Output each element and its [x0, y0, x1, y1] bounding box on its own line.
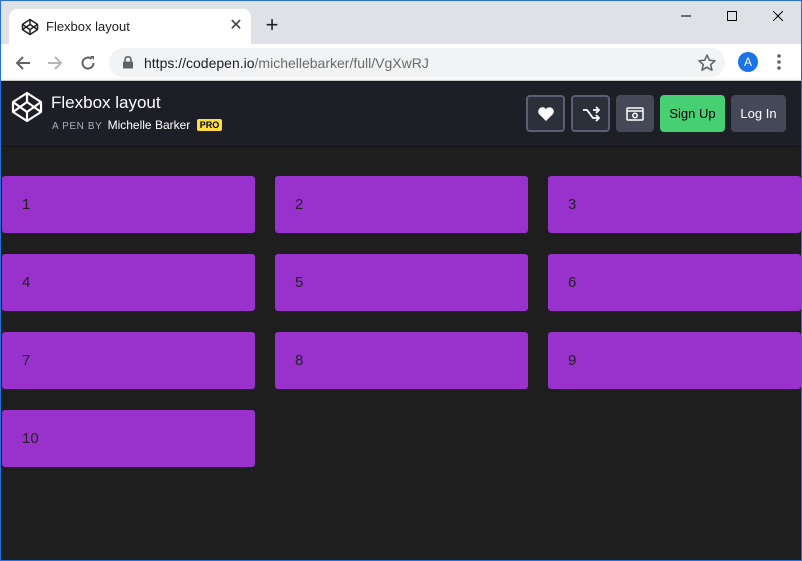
byline-prefix: A PEN BY [52, 121, 103, 132]
pen-title: Flexbox layout [51, 93, 161, 112]
profile-avatar[interactable]: A [738, 52, 758, 72]
fork-button[interactable] [571, 95, 610, 132]
new-tab-button[interactable]: + [261, 14, 283, 37]
eye-icon [626, 106, 644, 121]
flex-item-label: 8 [295, 352, 304, 369]
flexbox-container: 1 2 3 4 5 6 7 8 9 10 [1, 147, 801, 560]
flex-item-label: 9 [568, 352, 577, 369]
codepen-logo-icon[interactable] [11, 91, 43, 123]
flex-item-label: 7 [22, 352, 31, 369]
url-host: https://codepen.io [144, 55, 255, 71]
star-icon[interactable] [697, 53, 717, 73]
browser-window: Flexbox layout ✕ + https://codepen.io/mi… [0, 0, 802, 561]
flex-item: 7 [2, 332, 255, 389]
url-path: /michellebarker/full/VgXwRJ [254, 55, 429, 71]
minimize-button[interactable] [663, 1, 709, 31]
maximize-icon [727, 11, 737, 21]
reload-icon [81, 56, 95, 70]
forward-button[interactable] [43, 51, 67, 75]
address-bar[interactable]: https://codepen.io/michellebarker/full/V… [109, 48, 725, 77]
flex-item: 8 [275, 332, 528, 389]
back-button[interactable] [11, 51, 35, 75]
pro-badge: PRO [196, 119, 223, 131]
flex-item: 2 [275, 176, 528, 233]
login-button[interactable]: Log In [731, 95, 786, 132]
reload-button[interactable] [76, 51, 100, 75]
codepen-favicon-icon [21, 18, 39, 36]
tab-strip: Flexbox layout ✕ + [1, 1, 801, 44]
codepen-header: Flexbox layout A PEN BY Michelle Barker … [1, 82, 801, 146]
maximize-button[interactable] [709, 1, 755, 31]
flex-item: 6 [548, 254, 801, 311]
flex-item: 10 [2, 410, 255, 467]
signup-button[interactable]: Sign Up [660, 95, 725, 132]
flex-item-label: 10 [22, 430, 39, 447]
minimize-icon [681, 15, 691, 17]
heart-icon [537, 106, 554, 121]
change-view-button[interactable] [616, 95, 654, 132]
flex-item-label: 2 [295, 196, 304, 213]
flex-item-label: 5 [295, 274, 304, 291]
fork-icon [582, 105, 600, 122]
close-icon[interactable]: ✕ [227, 17, 245, 35]
flex-item: 5 [275, 254, 528, 311]
window-close-icon [773, 11, 783, 21]
flex-item: 4 [2, 254, 255, 311]
browser-tab[interactable]: Flexbox layout ✕ [9, 9, 251, 44]
flex-item-label: 6 [568, 274, 577, 291]
flex-item: 1 [2, 176, 255, 233]
lock-icon [123, 56, 133, 69]
menu-icon[interactable] [773, 52, 785, 72]
flex-item-label: 4 [22, 274, 31, 291]
flex-item: 3 [548, 176, 801, 233]
window-close-button[interactable] [755, 1, 801, 31]
flex-item-label: 3 [568, 196, 577, 213]
browser-toolbar: https://codepen.io/michellebarker/full/V… [1, 44, 801, 81]
author-link[interactable]: Michelle Barker [108, 118, 191, 132]
url-text: https://codepen.io/michellebarker/full/V… [144, 55, 429, 71]
back-arrow-icon [15, 56, 30, 70]
pen-byline: A PEN BY Michelle Barker PRO [52, 118, 223, 132]
flex-item: 9 [548, 332, 801, 389]
heart-button[interactable] [526, 95, 565, 132]
tab-title: Flexbox layout [46, 19, 130, 34]
forward-arrow-icon [48, 56, 63, 70]
flex-item-label: 1 [22, 196, 31, 213]
